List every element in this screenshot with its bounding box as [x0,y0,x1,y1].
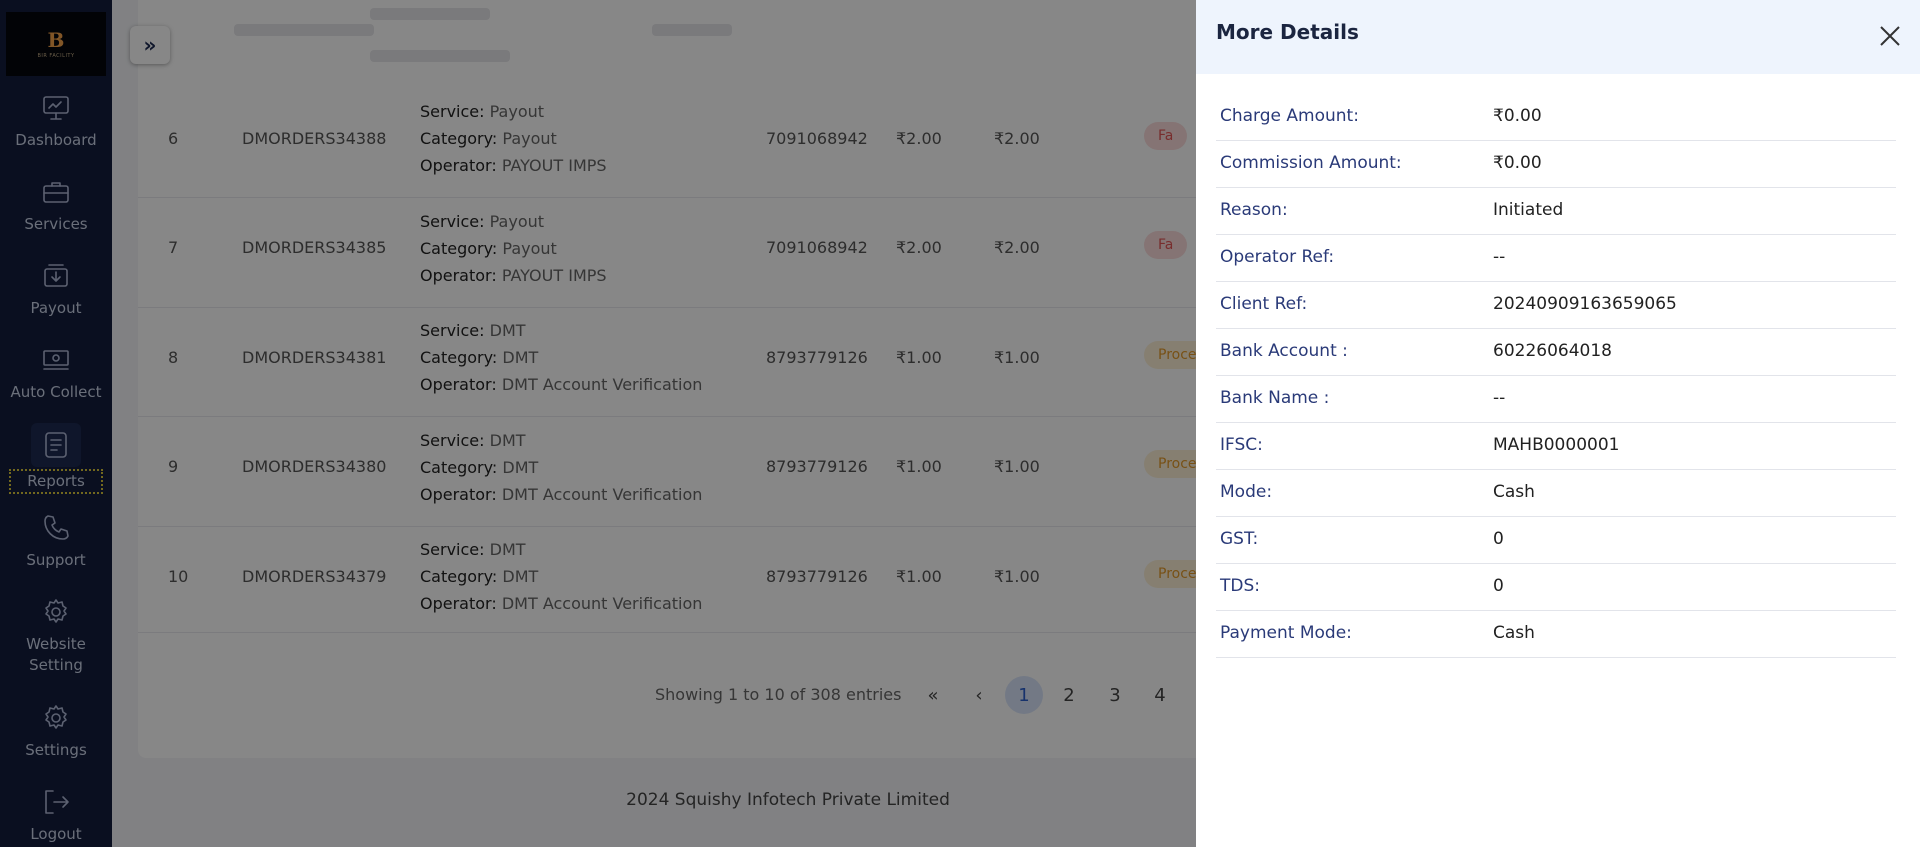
detail-label: Bank Account : [1220,341,1348,361]
close-button[interactable] [1876,22,1904,50]
detail-value: MAHB0000001 [1493,435,1620,455]
detail-label: Bank Name : [1220,388,1330,408]
detail-value: 0 [1493,529,1504,549]
detail-row-charge-amount: Charge Amount: ₹0.00 [1216,94,1896,141]
detail-label: Client Ref: [1220,294,1308,314]
drawer-header: More Details [1196,0,1920,74]
detail-row-commission-amount: Commission Amount: ₹0.00 [1216,141,1896,188]
detail-value: -- [1493,388,1506,408]
more-details-drawer: More Details Charge Amount: ₹0.00 Commis… [1196,0,1920,847]
detail-label: IFSC: [1220,435,1263,455]
detail-label: TDS: [1220,576,1260,596]
detail-value: -- [1493,247,1506,267]
detail-row-bank-name: Bank Name : -- [1216,376,1896,423]
detail-value: Cash [1493,482,1535,502]
detail-row-client-ref: Client Ref: 20240909163659065 [1216,282,1896,329]
detail-value: 0 [1493,576,1504,596]
detail-label: Mode: [1220,482,1273,502]
detail-value: ₹0.00 [1493,153,1542,173]
detail-label: Commission Amount: [1220,153,1402,173]
detail-value: Initiated [1493,200,1564,220]
detail-row-mode: Mode: Cash [1216,470,1896,517]
detail-row-tds: TDS: 0 [1216,564,1896,611]
detail-row-gst: GST: 0 [1216,517,1896,564]
detail-label: Reason: [1220,200,1288,220]
close-icon [1880,26,1900,46]
detail-value: ₹0.00 [1493,106,1542,126]
detail-value: 60226064018 [1493,341,1612,361]
detail-label: Operator Ref: [1220,247,1335,267]
detail-label: Payment Mode: [1220,623,1352,643]
detail-row-ifsc: IFSC: MAHB0000001 [1216,423,1896,470]
detail-value: Cash [1493,623,1535,643]
detail-value: 20240909163659065 [1493,294,1677,314]
detail-row-bank-account: Bank Account : 60226064018 [1216,329,1896,376]
detail-label: GST: [1220,529,1259,549]
detail-label: Charge Amount: [1220,106,1359,126]
drawer-title: More Details [1216,20,1359,44]
detail-row-operator-ref: Operator Ref: -- [1216,235,1896,282]
detail-row-payment-mode: Payment Mode: Cash [1216,611,1896,658]
detail-row-reason: Reason: Initiated [1216,188,1896,235]
